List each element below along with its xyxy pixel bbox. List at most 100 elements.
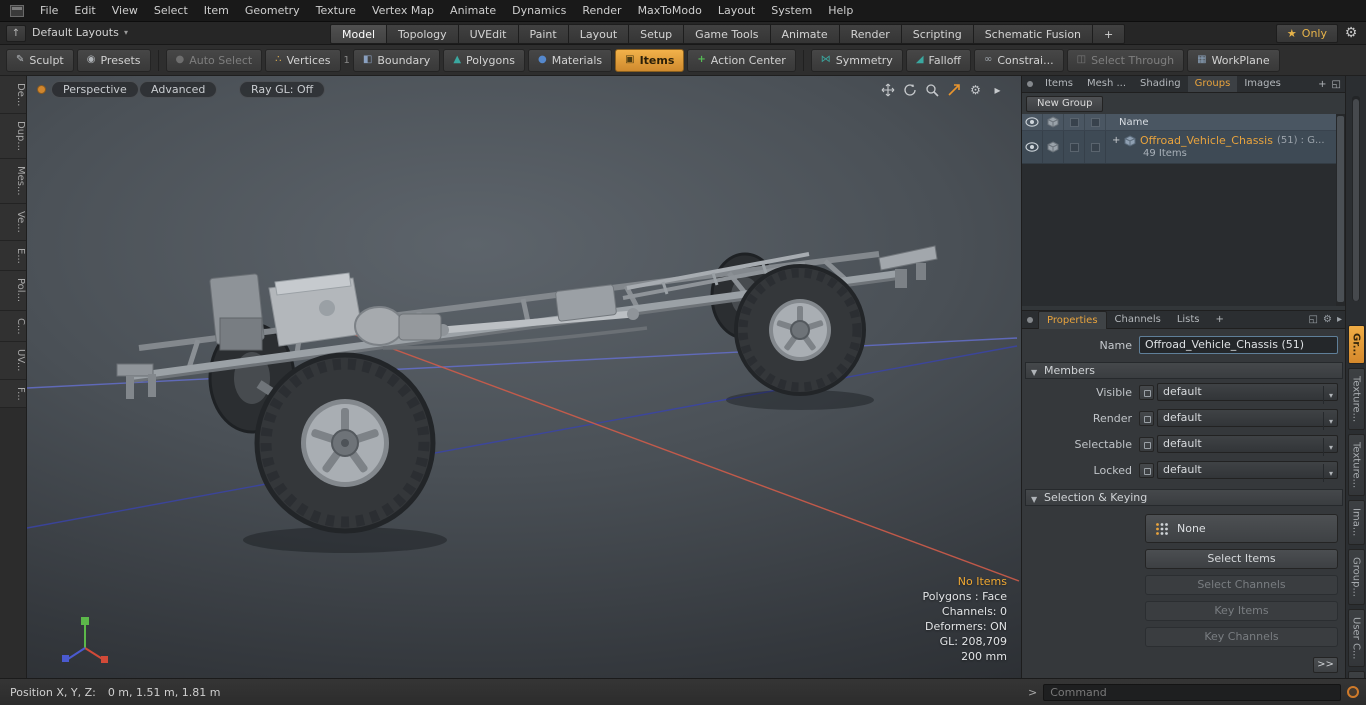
group-row-offroad-vehicle-chassis[interactable]: + Offroad_Vehicle_Chassis (51) : G... 49… [1022, 131, 1337, 164]
side-tab-user-channels[interactable]: User C... [1347, 608, 1365, 668]
group-list-scrollbar[interactable] [1336, 114, 1345, 306]
menu-help[interactable]: Help [820, 0, 861, 22]
menu-vertex-map[interactable]: Vertex Map [364, 0, 442, 22]
tab-lists[interactable]: Lists [1169, 311, 1208, 328]
falloff-button[interactable]: ◢ Falloff [905, 48, 972, 72]
add-tab-button[interactable]: + [1318, 79, 1326, 90]
constraints-button[interactable]: ∞ Constrai... [974, 48, 1064, 72]
expand-toggle[interactable]: + [1112, 135, 1120, 146]
row-cube-icon[interactable] [1043, 131, 1064, 163]
tab-mesh-ops[interactable]: Mesh ... [1080, 76, 1133, 92]
viewport-3d-scene[interactable] [27, 76, 1021, 678]
tab-groups[interactable]: Groups [1187, 76, 1238, 92]
key-items-button[interactable]: Key Items [1145, 601, 1338, 621]
shading-mode-button[interactable]: Advanced [139, 81, 218, 98]
layout-tab-setup[interactable]: Setup [629, 24, 685, 44]
left-tab-8[interactable]: F... [0, 379, 26, 409]
viewport-settings-gear-icon[interactable]: ⚙ [968, 83, 983, 98]
layout-settings-button[interactable]: ⚙ [1340, 23, 1362, 43]
pan-icon[interactable] [880, 83, 895, 98]
command-input[interactable] [1043, 683, 1341, 701]
row-lock-checkbox[interactable] [1085, 131, 1106, 163]
menu-render[interactable]: Render [574, 0, 629, 22]
menu-view[interactable]: View [104, 0, 146, 22]
side-tab-tags[interactable]: Tags... [1347, 671, 1365, 678]
viewport-options-dot[interactable] [37, 85, 46, 94]
render-dropdown[interactable]: default ▾ [1157, 409, 1338, 430]
key-channels-button[interactable]: Key Channels [1145, 627, 1338, 647]
panel-layout-icon[interactable]: ◱ [1309, 314, 1318, 325]
selectable-dropdown[interactable]: default ▾ [1157, 435, 1338, 456]
left-tab-4[interactable]: E... [0, 240, 26, 272]
symmetry-button[interactable]: ⋈ Symmetry [810, 48, 903, 72]
zoom-icon[interactable] [924, 83, 939, 98]
action-center-button[interactable]: + Action Center [687, 48, 796, 72]
members-section-header[interactable]: ▼ Members [1025, 362, 1343, 379]
menu-animate[interactable]: Animate [442, 0, 504, 22]
panel-grip-icon[interactable] [1027, 81, 1033, 87]
name-field-input[interactable]: Offroad_Vehicle_Chassis (51) [1139, 336, 1338, 354]
tab-shading[interactable]: Shading [1133, 76, 1188, 92]
menu-maxtomodo[interactable]: MaxToModo [630, 0, 710, 22]
side-tab-groups[interactable]: Gr... [1347, 325, 1365, 365]
menu-file[interactable]: File [32, 0, 66, 22]
visible-dropdown[interactable]: default ▾ [1157, 383, 1338, 404]
menu-edit[interactable]: Edit [66, 0, 103, 22]
side-tab-texture-1[interactable]: Texture... [1347, 368, 1365, 431]
more-arrow-icon[interactable]: ▸ [1337, 314, 1342, 325]
vertices-mode-button[interactable]: ∴ Vertices [265, 48, 341, 72]
view-type-button[interactable]: Perspective [51, 81, 139, 98]
channel-lock-icon[interactable] [1139, 384, 1154, 400]
layout-tab-render[interactable]: Render [839, 24, 902, 44]
side-tab-group[interactable]: Group... [1347, 548, 1365, 605]
left-tab-7[interactable]: UV... [0, 342, 26, 380]
layouts-dropdown[interactable]: Default Layouts [32, 26, 119, 39]
workplane-button[interactable]: ▦ WorkPlane [1187, 48, 1280, 72]
only-button[interactable]: ★ Only [1275, 24, 1338, 43]
name-column-header[interactable]: Name [1106, 114, 1337, 130]
left-tab-5[interactable]: Pol... [0, 271, 26, 311]
channel-lock-icon[interactable] [1139, 410, 1154, 426]
layout-tab-model[interactable]: Model [330, 24, 388, 44]
row-select-checkbox[interactable] [1064, 131, 1085, 163]
left-tab-0[interactable]: De... [0, 76, 26, 115]
panel-layout-icon[interactable]: ◱ [1332, 79, 1341, 90]
channel-lock-icon[interactable] [1139, 462, 1154, 478]
new-group-button[interactable]: New Group [1026, 95, 1104, 112]
select-items-button[interactable]: Select Items [1145, 549, 1338, 569]
expand-panel-button[interactable]: >> [1313, 657, 1338, 673]
sculpt-button[interactable]: ✎ Sculpt [6, 48, 74, 72]
dock-toggle-button[interactable]: ↑ [6, 25, 26, 42]
side-scrollbar-thumb[interactable] [1353, 99, 1359, 301]
left-tab-3[interactable]: Ve... [0, 203, 26, 241]
raygl-button[interactable]: Ray GL: Off [239, 81, 326, 98]
add-layout-tab-button[interactable]: + [1093, 24, 1126, 44]
menu-system[interactable]: System [763, 0, 820, 22]
left-tab-6[interactable]: C... [0, 310, 26, 343]
visibility-column-eye-icon[interactable] [1022, 114, 1043, 130]
row-eye-icon[interactable] [1022, 131, 1043, 163]
menu-dynamics[interactable]: Dynamics [504, 0, 574, 22]
items-mode-button[interactable]: ▣ Items [615, 48, 685, 72]
layout-tab-schematic-fusion[interactable]: Schematic Fusion [973, 24, 1094, 44]
menu-layout[interactable]: Layout [710, 0, 763, 22]
scrollbar-thumb[interactable] [1337, 116, 1344, 302]
side-scrollbar[interactable] [1352, 96, 1360, 301]
layout-tab-paint[interactable]: Paint [518, 24, 569, 44]
tab-properties[interactable]: Properties [1038, 310, 1107, 329]
tab-items[interactable]: Items [1038, 76, 1080, 92]
channel-lock-icon[interactable] [1139, 436, 1154, 452]
select-column-checkbox[interactable] [1064, 114, 1085, 130]
viewport-more-arrow-icon[interactable]: ▸ [990, 83, 1005, 98]
locked-dropdown[interactable]: default ▾ [1157, 461, 1338, 482]
selection-keying-section-header[interactable]: ▼ Selection & Keying [1025, 489, 1343, 506]
3d-viewport[interactable]: Perspective Advanced Ray GL: Off ⚙ ▸ No … [27, 76, 1021, 678]
command-history-dot[interactable] [1347, 686, 1359, 698]
side-tab-images[interactable]: Ima... [1347, 500, 1365, 545]
left-tab-1[interactable]: Dup... [0, 114, 26, 160]
maximize-icon[interactable] [946, 83, 961, 98]
layout-tab-game-tools[interactable]: Game Tools [684, 24, 771, 44]
render-column-cube-icon[interactable] [1043, 114, 1064, 130]
layout-tab-layout[interactable]: Layout [568, 24, 630, 44]
materials-mode-button[interactable]: ● Materials [527, 48, 613, 72]
